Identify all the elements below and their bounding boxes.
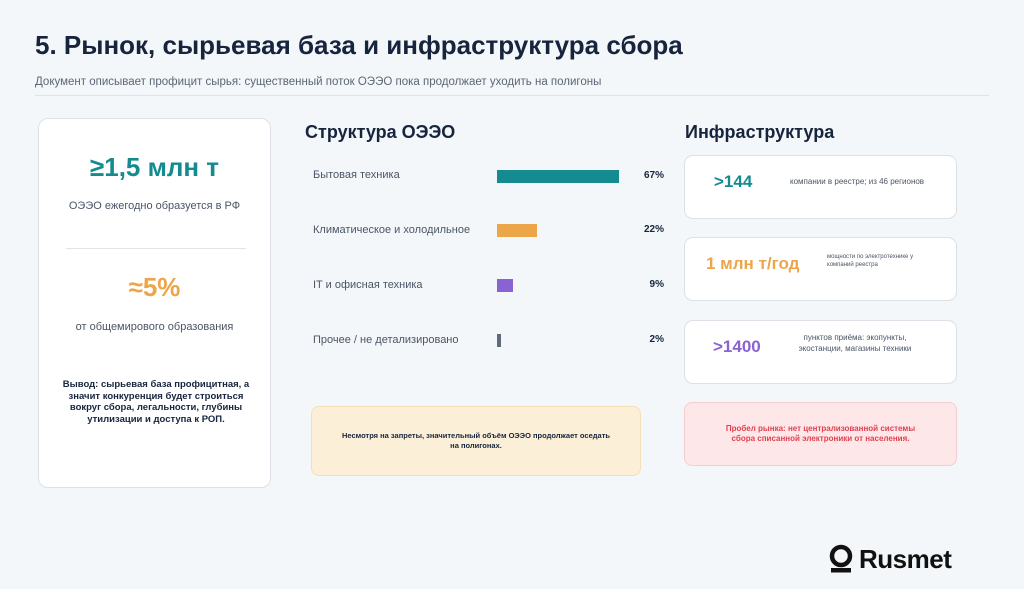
infra-desc-companies: компании в реестре; из 46 регионов [790, 177, 925, 186]
bar-climate [497, 224, 537, 237]
infra-value-points: >1400 [713, 337, 761, 356]
bar-label-climate: Климатическое и холодильное [313, 224, 471, 236]
infrastructure-title: Инфраструктура [685, 122, 835, 142]
market-gap-text: Пробел рынка: нет централизованной систе… [725, 423, 916, 444]
rusmet-logo: Rusmet [829, 543, 952, 575]
metric-share-desc: от общемирового образования [75, 321, 234, 333]
card-divider [66, 248, 246, 249]
infra-card-capacity: 1 млн т/год мощности по электротехнике у… [684, 237, 957, 301]
bar-pct-it: 9% [649, 279, 664, 290]
bar-pct-other: 2% [649, 334, 664, 345]
header-divider [35, 95, 989, 96]
landfill-note-text: Несмотря на запреты, значительный объём … [342, 431, 610, 450]
infra-card-points: >1400 пунктов приёма: экопункты, экостан… [684, 320, 957, 384]
raw-base-card: ≥1,5 млн т ОЭЭО ежегодно образуется в РФ… [38, 118, 271, 488]
brand-name: Rusmet [859, 543, 952, 574]
infra-value-companies: >144 [714, 172, 753, 191]
bar-pct-climate: 22% [643, 224, 664, 235]
page-subtitle: Документ описывает профицит сырья: сущес… [35, 76, 602, 88]
infra-card-companies: >144 компании в реестре; из 46 регионов [684, 155, 957, 219]
bar-household [497, 170, 619, 183]
bar-other [497, 334, 501, 347]
landfill-note: Несмотря на запреты, значительный объём … [311, 406, 641, 476]
metric-volume-desc: ОЭЭО ежегодно образуется в РФ [68, 200, 241, 212]
metric-share-value: ≈5% [128, 272, 181, 302]
bar-it [497, 279, 513, 292]
bar-label-it: IT и офисная техника [313, 279, 423, 291]
infra-desc-points: пунктов приёма: экопункты, экостанции, м… [798, 333, 912, 353]
page-title: 5. Рынок, сырьевая база и инфраструктура… [35, 30, 683, 60]
metric-volume-value: ≥1,5 млн т [89, 152, 220, 182]
bar-label-household: Бытовая техника [313, 169, 400, 181]
structure-title: Структура ОЭЭО [305, 122, 456, 142]
market-gap-note: Пробел рынка: нет централизованной систе… [684, 402, 957, 466]
bar-label-other: Прочее / не детализировано [313, 334, 459, 346]
infra-value-capacity: 1 млн т/год [706, 254, 800, 273]
conclusion-text: Вывод: сырьевая база профицитная, а знач… [62, 379, 250, 425]
bar-pct-household: 67% [643, 170, 664, 181]
infra-desc-capacity: мощности по электротехнике у компаний ре… [827, 254, 914, 268]
rusmet-logo-icon [829, 544, 853, 573]
